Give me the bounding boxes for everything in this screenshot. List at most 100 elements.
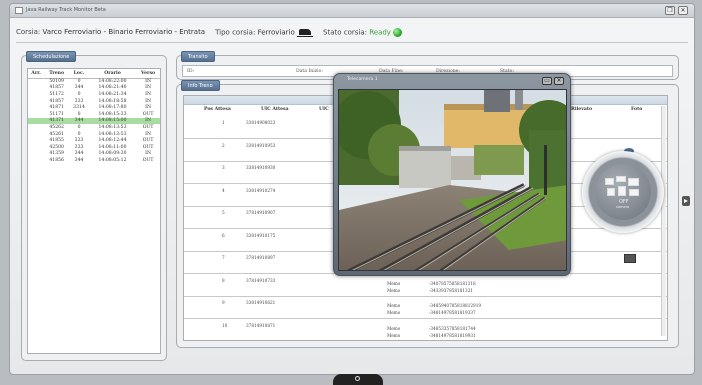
schedule-cell: IN	[145, 91, 151, 97]
radial-menu-icon[interactable]: OFF camera	[595, 164, 651, 220]
schedule-row[interactable]: 51171 0 14:08:15:33 OUT	[28, 111, 160, 118]
wagon-pos: 10	[222, 322, 228, 328]
wagon-pos: 5	[222, 210, 225, 215]
schedule-cell: 14:08:11:00	[98, 144, 127, 150]
schedule-cell: 41857	[49, 85, 64, 91]
schedule-cell: 41855	[49, 138, 64, 144]
col-pos-attesa: Pos Attesa	[204, 107, 231, 112]
schedule-cell: IN	[145, 85, 151, 91]
schedule-cell: IN	[145, 79, 151, 85]
schedule-cell: 51171	[49, 111, 64, 117]
wagon-row[interactable]: 10 37814910871 Memo Memo -34853357858181744-…	[184, 319, 667, 341]
schedule-cell	[28, 124, 44, 131]
wagon-c1: -34078575858181318	[429, 280, 476, 286]
camera-close-button[interactable]: ✕	[554, 77, 564, 85]
schedule-row[interactable]: 41855 333 14:08:12:44 OUT	[28, 137, 160, 144]
close-button[interactable]: ✕	[678, 6, 688, 15]
title-bar: Java Railway Track Monitor Beta ❐ ✕	[10, 4, 694, 18]
wagon-c1: -34853357858181744	[429, 325, 476, 331]
schedule-cell: 344	[74, 85, 84, 91]
photo-thumbnail-icon[interactable]	[624, 254, 636, 263]
schedule-cell: 45262	[49, 124, 64, 130]
wagon-row[interactable]: 8 37814910733 Memo Memo -34078575858181318 -3…	[184, 274, 667, 297]
grid-icon[interactable]	[616, 176, 626, 182]
schedule-row[interactable]: 51172 0 14:08:21:34 IN	[28, 91, 160, 98]
schedule-row[interactable]: 41371 344 14:08:15:00 IN	[28, 117, 160, 125]
schedule-row[interactable]: 41856 344 14:08:05:12 OUT	[28, 157, 160, 164]
wagon-pos: 9	[222, 300, 225, 305]
schedule-col-header[interactable]: Orario	[88, 69, 137, 79]
schedule-row[interactable]: 41359 344 14:08:09:30 IN	[28, 151, 160, 158]
bottom-drawer-handle[interactable]	[333, 374, 383, 385]
camera-window[interactable]: Telecamera 1 ▭ ✕	[333, 73, 571, 276]
wagon-uic: 33814910953	[246, 142, 276, 148]
col-uic-attesa: UIC Attesa	[261, 107, 289, 112]
schedule-cell: 41871	[49, 105, 64, 111]
schedule-cell	[28, 137, 44, 144]
schedule-row[interactable]: 42500 333 14:08:11:00 OUT	[28, 144, 160, 151]
schedule-cell: OUT	[142, 144, 154, 150]
stack-icon[interactable]	[607, 188, 615, 196]
schedule-cell: 14:08:05:12	[98, 157, 127, 163]
schedule-cell: 333	[74, 98, 84, 104]
col-rilevato: Rilevato	[571, 107, 593, 112]
schedule-cell	[28, 104, 44, 111]
wagon-uic: 33814910175	[246, 232, 276, 238]
wagon-pos: 7	[222, 255, 225, 260]
schedule-col-header[interactable]: Verso	[136, 69, 160, 79]
schedule-table: Arr. Treno Loc. Orario Verso 50109 0 14:08:22:…	[28, 69, 160, 164]
schedule-cell: 41371	[44, 117, 70, 125]
schedule-cell: 42500	[49, 144, 64, 150]
schedule-cell	[28, 151, 44, 158]
wagon-m2: Memo	[387, 310, 401, 315]
lane-info-bar: Corsia: Varco Ferroviario - Binario Ferr…	[16, 25, 403, 39]
schedule-row[interactable]: 41857 333 14:08:18:58 IN	[28, 98, 160, 105]
col-foto: Foto	[631, 107, 643, 112]
schedule-row[interactable]: 45262 0 14:08:13:53 OUT	[28, 124, 160, 131]
schedule-cell: 333	[74, 144, 84, 150]
wagon-uic: 33814908023	[246, 120, 276, 125]
schedule-cell: 14:08:18:58	[98, 98, 127, 104]
schedule-col-header[interactable]: Arr.	[28, 69, 45, 79]
wagon-m1: Memo	[387, 280, 401, 286]
wagon-pos: 3	[222, 165, 225, 170]
drawer-knob-icon	[355, 376, 360, 381]
wagon-pos: 2	[222, 142, 225, 148]
schedule-cell: 14:08:13:53	[98, 124, 127, 130]
wagon-m2: Memo	[387, 332, 401, 338]
schedule-panel: Schedulazione Arr. Treno Loc. Orario Verso 5…	[21, 51, 167, 361]
schedule-table-container[interactable]: Arr. Treno Loc. Orario Verso 50109 0 14:08:22:…	[27, 68, 161, 354]
schedule-cell: 14:08:09:30	[98, 151, 127, 157]
tile-icon[interactable]	[605, 178, 614, 185]
train-icon	[297, 28, 313, 37]
schedule-row[interactable]: 41871 3314 14:08:17:80 IN	[28, 104, 160, 111]
transit-panel-title: Transito	[181, 51, 215, 62]
train-info-panel-title: Info Treno	[181, 80, 220, 91]
wagon-pos: 1	[222, 120, 225, 125]
camera-minimize-button[interactable]: ▭	[542, 77, 552, 85]
schedule-row[interactable]: 50109 0 14:08:22:00 IN	[28, 78, 160, 85]
schedule-cell: 41857	[49, 98, 64, 104]
schedule-row[interactable]: 45261 0 14:08:13:53 IN	[28, 131, 160, 138]
schedule-cell: 41359	[49, 151, 64, 157]
schedule-cell: 344	[74, 151, 84, 157]
schedule-cell: 0	[77, 91, 81, 97]
camera-title: Telecamera 1	[347, 77, 378, 82]
schedule-cell: 14:08:21:34	[98, 91, 127, 97]
schedule-cell: OUT	[142, 111, 154, 117]
window-icon[interactable]	[628, 178, 639, 186]
gallery-icon[interactable]	[629, 189, 639, 196]
schedule-cell: OUT	[142, 124, 154, 130]
restore-button[interactable]: ❐	[665, 6, 675, 15]
schedule-row[interactable]: 41857 344 14:08:21:40 IN	[28, 85, 160, 92]
wagon-row[interactable]: 9 33814910621 Memo Memo -3485940785818812919…	[184, 296, 667, 319]
schedule-cell: 51172	[49, 91, 64, 97]
tools-icon[interactable]	[618, 186, 626, 196]
schedule-col-header[interactable]: Treno	[44, 69, 70, 79]
schedule-cell: IN	[136, 117, 160, 125]
schedule-cell: IN	[145, 105, 151, 111]
radial-menu[interactable]: OFF camera	[570, 148, 688, 251]
schedule-col-header[interactable]: Loc.	[69, 69, 89, 79]
wagon-pos: 8	[222, 277, 225, 283]
schedule-cell: 3314	[73, 105, 85, 111]
